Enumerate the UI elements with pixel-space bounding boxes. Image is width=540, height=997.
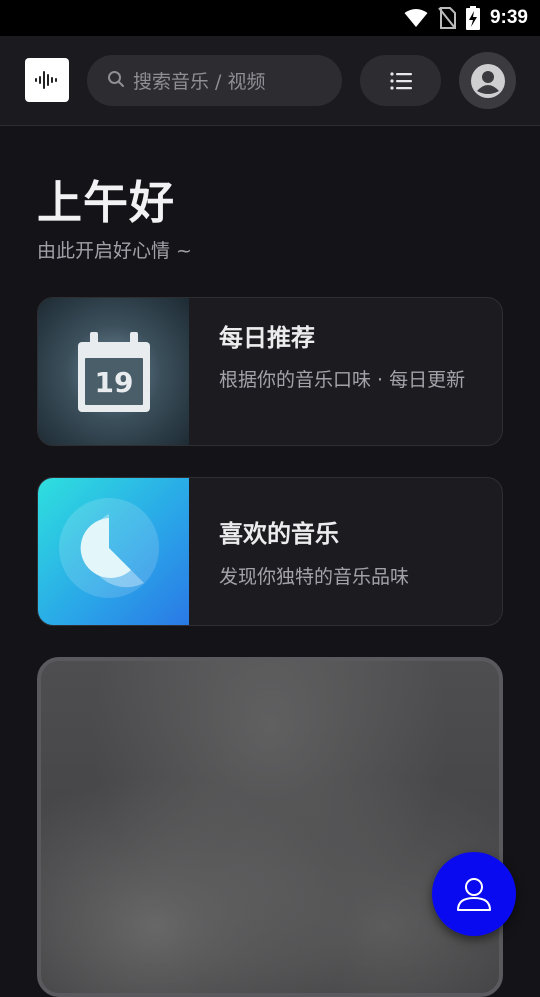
menu-button[interactable]: [360, 55, 441, 106]
search-input[interactable]: 搜索音乐 / 视频: [87, 55, 342, 106]
wifi-icon: [404, 8, 428, 28]
status-bar: 9:39: [0, 0, 540, 36]
search-icon: [107, 70, 125, 92]
search-placeholder: 搜索音乐 / 视频: [133, 71, 266, 93]
music-disc-icon: [58, 497, 159, 598]
no-sim-icon: [438, 7, 456, 29]
promo-banner[interactable]: [37, 657, 503, 997]
greeting-title: 上午好: [37, 176, 176, 229]
favorite-music-card[interactable]: 喜欢的音乐 发现你独特的音乐品味: [37, 477, 503, 626]
calendar-icon: 19: [77, 331, 150, 412]
status-time: 9:39: [489, 7, 528, 28]
battery-charging-icon: [465, 6, 480, 30]
greeting-subtitle: 由此开启好心情 ~: [37, 240, 192, 262]
user-icon: [457, 878, 491, 911]
daily-recommend-card[interactable]: 19 每日推荐 根据你的音乐口味 · 每日更新: [37, 297, 503, 446]
calendar-day-label: 19: [94, 366, 133, 399]
user-avatar-icon: [470, 63, 505, 98]
daily-recommend-thumbnail: 19: [38, 298, 189, 445]
daily-recommend-title: 每日推荐: [219, 324, 315, 352]
app-logo[interactable]: [25, 58, 69, 102]
top-bar: 搜索音乐 / 视频: [0, 36, 540, 126]
favorite-music-description: 发现你独特的音乐品味: [219, 566, 410, 588]
user-fab-button[interactable]: [432, 852, 516, 936]
avatar[interactable]: [459, 52, 516, 109]
daily-recommend-description: 根据你的音乐口味 · 每日更新: [219, 369, 466, 391]
favorite-music-title: 喜欢的音乐: [219, 520, 339, 548]
favorite-music-thumbnail: [38, 478, 189, 625]
soundwave-icon: [35, 71, 57, 89]
list-icon: [389, 71, 412, 90]
